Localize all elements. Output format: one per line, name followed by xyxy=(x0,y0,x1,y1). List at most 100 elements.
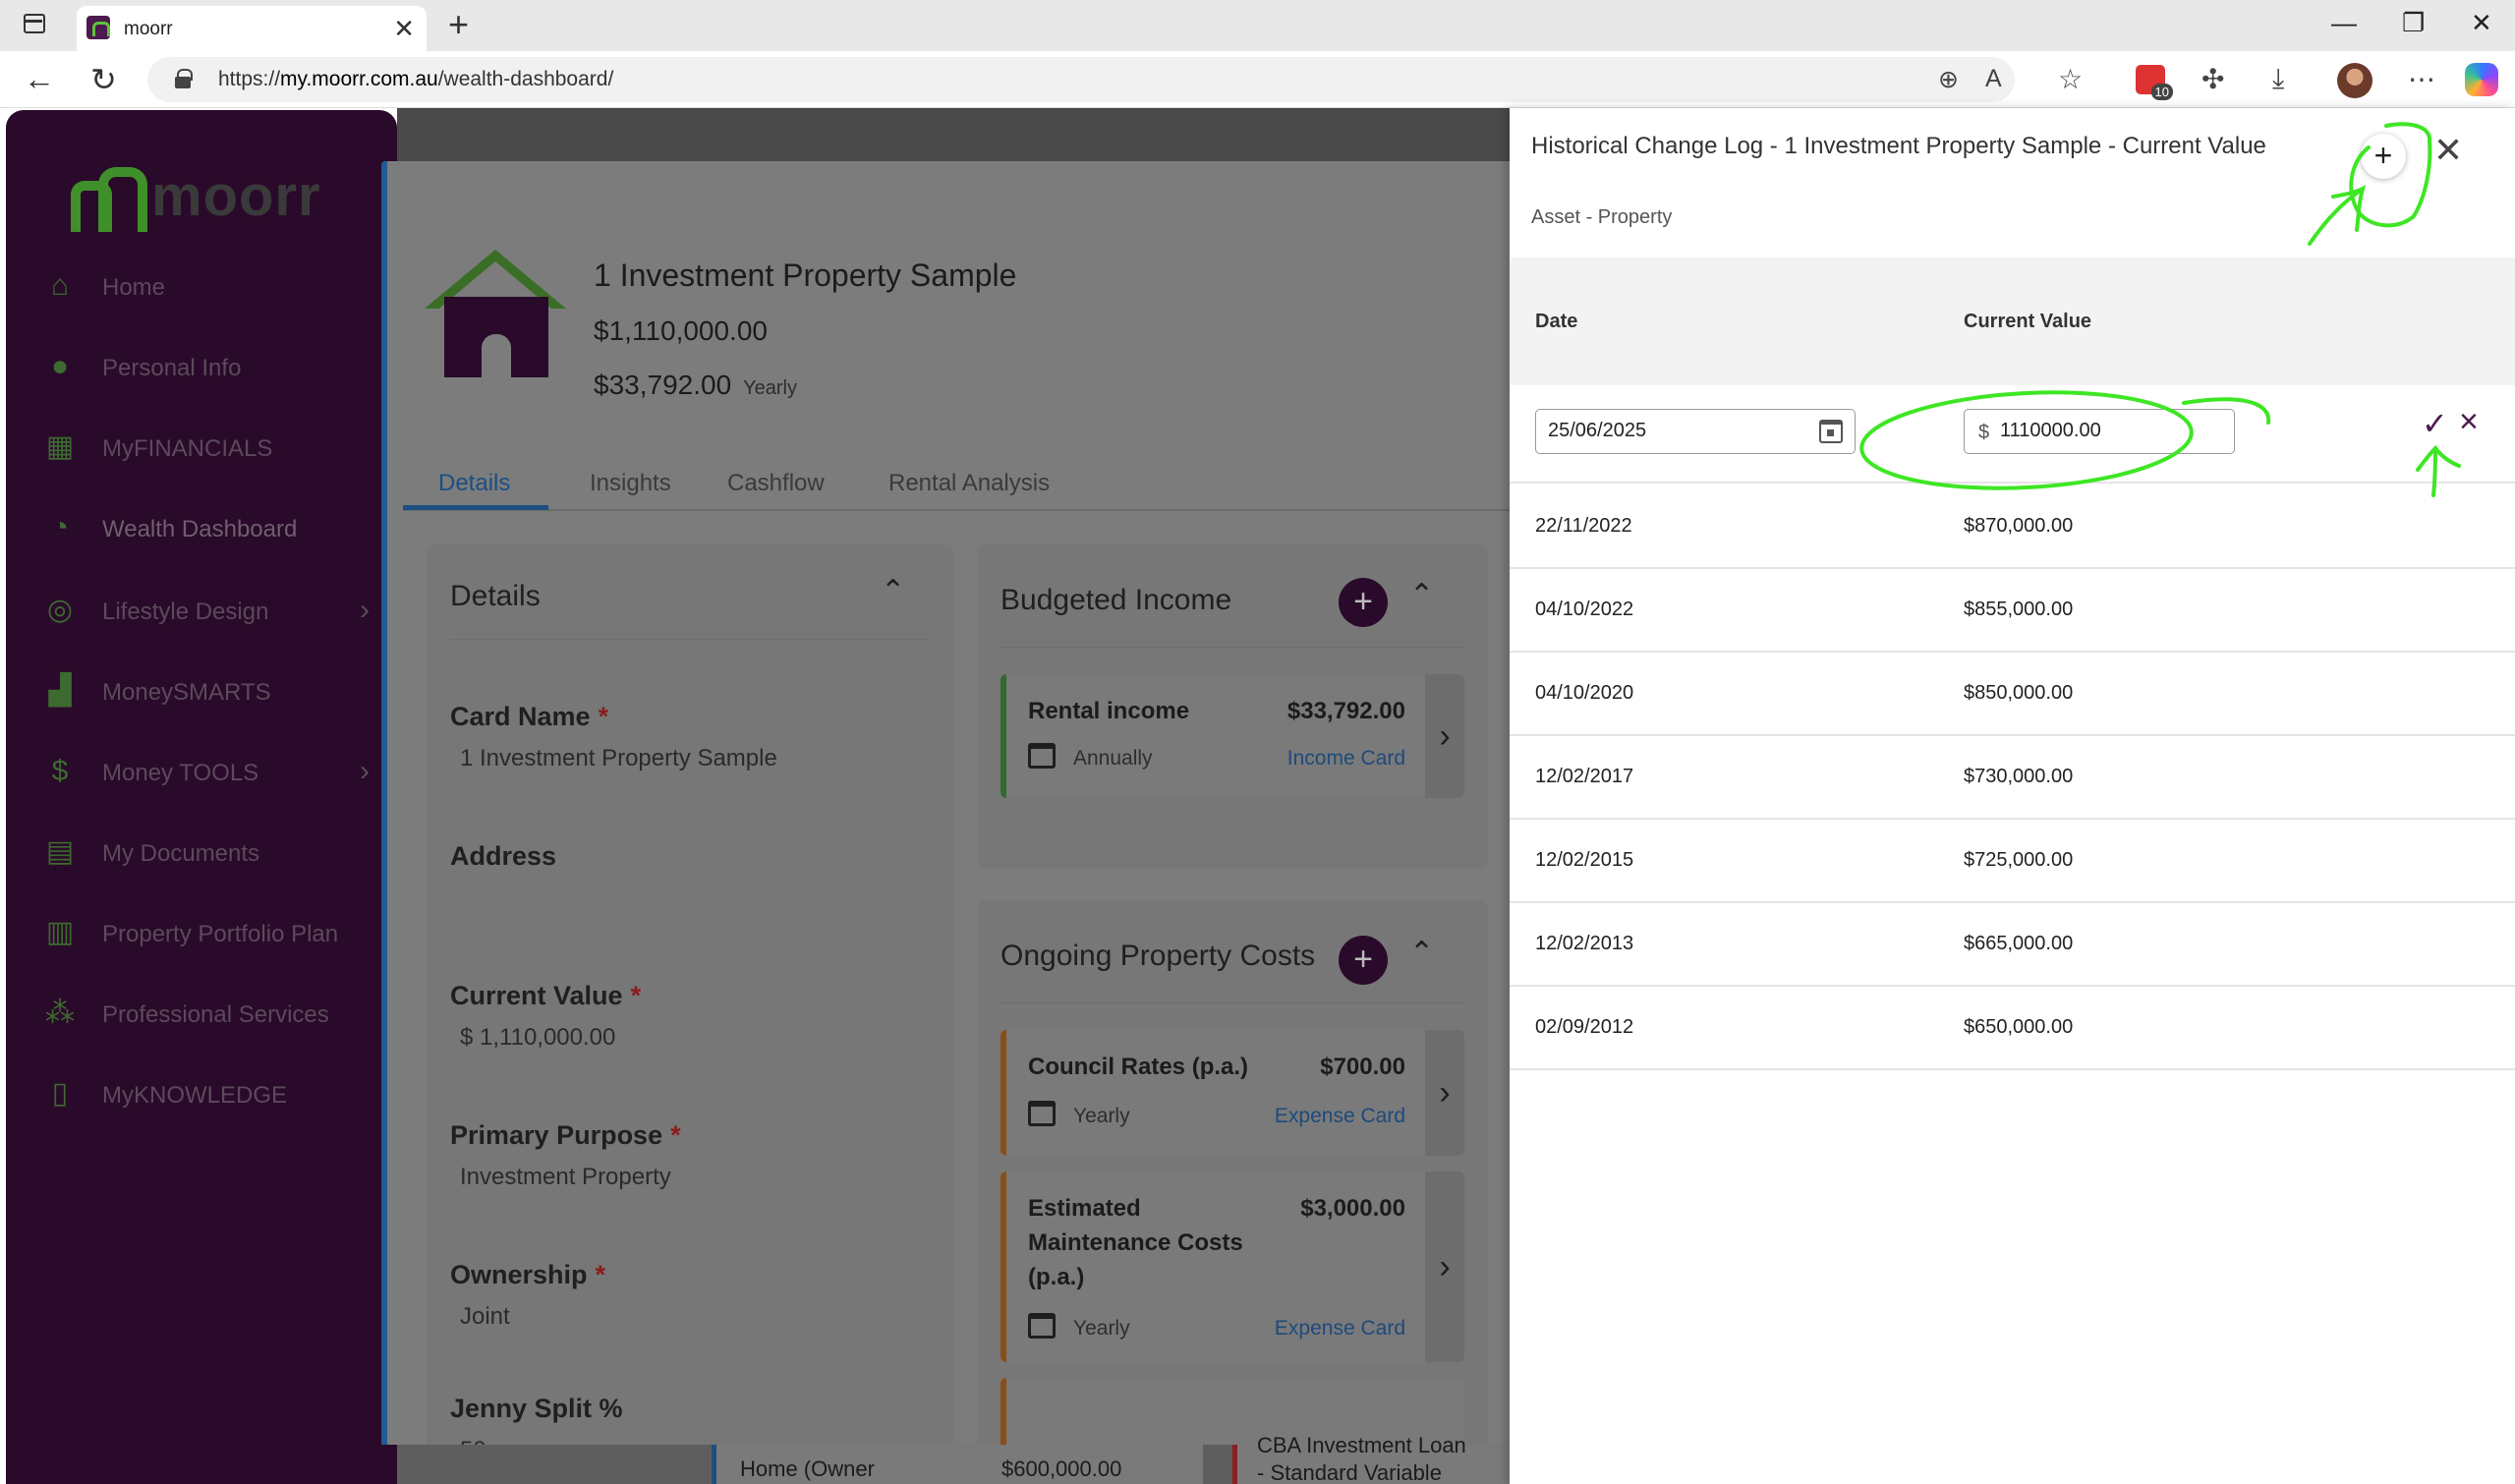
downloads-icon[interactable]: ⤓ xyxy=(2272,63,2284,95)
extensions-puzzle-icon[interactable]: ✣ xyxy=(2201,63,2224,95)
minimize-icon[interactable]: — xyxy=(2331,8,2357,38)
card-name-value[interactable]: 1 Investment Property Sample xyxy=(460,745,777,772)
collapse-costs-icon[interactable]: ⌃ xyxy=(1409,936,1434,970)
extension-badge: 10 xyxy=(2150,84,2173,100)
gauge-icon: ◔ xyxy=(50,511,70,543)
sidebar-item-home[interactable]: ⌂ Home xyxy=(37,267,381,307)
reload-icon[interactable]: ↻ xyxy=(90,61,117,98)
ownership-value[interactable]: Joint xyxy=(460,1303,510,1331)
new-tab-icon[interactable]: + xyxy=(448,4,469,45)
row-date: 12/02/2013 xyxy=(1535,933,1634,954)
add-income-button[interactable]: + xyxy=(1339,578,1388,627)
profile-avatar[interactable] xyxy=(2337,63,2372,98)
add-cost-button[interactable]: + xyxy=(1339,936,1388,985)
expense-card-link[interactable]: Expense Card xyxy=(1275,1105,1405,1128)
row-value: $870,000.00 xyxy=(1964,515,2074,537)
chevron-right-icon[interactable]: › xyxy=(1425,1171,1464,1362)
row-date: 02/09/2012 xyxy=(1535,1016,1634,1038)
logo-text: moorr xyxy=(151,164,321,228)
sidebar-item-label: MoneySMARTS xyxy=(102,679,271,706)
more-menu-icon[interactable]: ⋯ xyxy=(2408,63,2435,95)
expense-card-link[interactable]: Expense Card xyxy=(1275,1317,1405,1341)
tab-rental-analysis[interactable]: Rental Analysis xyxy=(888,470,1050,497)
calendar-icon xyxy=(1028,1313,1056,1339)
date-field[interactable] xyxy=(1548,420,1784,442)
sidebar-item-personal-info[interactable]: ● Personal Info xyxy=(37,348,381,387)
sidebar-toggle-icon[interactable] xyxy=(24,14,45,33)
tab-insights[interactable]: Insights xyxy=(590,470,671,497)
address-label: Address xyxy=(450,841,557,871)
sidebar-item-label: Personal Info xyxy=(102,355,242,381)
current-value-field[interactable] xyxy=(2000,420,2216,442)
home-owner-amount: $600,000.00 xyxy=(1001,1456,1122,1481)
url-text[interactable]: https://my.moorr.com.au/wealth-dashboard… xyxy=(218,68,613,91)
rental-income-card[interactable]: Rental income $33,792.00 Annually Income… xyxy=(1000,674,1464,798)
table-row[interactable]: 02/09/2012 $650,000.00 xyxy=(1510,987,2515,1070)
value-column-header: Current Value xyxy=(1964,311,2092,332)
sidebar-item-property-portfolio-plan[interactable]: ▥ Property Portfolio Plan xyxy=(37,914,381,953)
confirm-check-icon[interactable]: ✓ xyxy=(2422,405,2448,442)
browser-tab[interactable]: moorr ✕ xyxy=(77,6,427,51)
cost-amount: $3,000.00 xyxy=(1300,1195,1405,1222)
favorite-star-icon[interactable]: ☆ xyxy=(2058,63,2083,95)
close-tab-icon[interactable]: ✕ xyxy=(393,14,415,44)
chevron-right-icon[interactable]: › xyxy=(1425,1030,1464,1156)
income-card-link[interactable]: Income Card xyxy=(1287,747,1405,771)
cost-name: (p.a.) xyxy=(1028,1264,1085,1290)
close-drawer-icon[interactable]: ✕ xyxy=(2433,130,2463,171)
sidebar-item-myknowledge[interactable]: ▯ MyKNOWLEDGE xyxy=(37,1075,381,1114)
close-window-icon[interactable]: ✕ xyxy=(2471,8,2492,38)
table-row[interactable]: 22/11/2022 $870,000.00 xyxy=(1510,485,2515,569)
ongoing-costs-heading: Ongoing Property Costs xyxy=(1000,940,1316,972)
table-row[interactable]: 04/10/2022 $855,000.00 xyxy=(1510,569,2515,653)
restore-icon[interactable]: ❐ xyxy=(2402,8,2425,38)
property-income: $33,792.00 Yearly xyxy=(594,370,797,400)
council-rates-card[interactable]: Council Rates (p.a.) $700.00 Yearly Expe… xyxy=(1000,1030,1464,1156)
cost-name: Estimated xyxy=(1028,1195,1141,1222)
back-icon[interactable]: ← xyxy=(24,61,55,97)
primary-purpose-label: Primary Purpose * xyxy=(450,1120,681,1150)
row-date: 22/11/2022 xyxy=(1535,515,1632,537)
current-value-value[interactable]: $ 1,110,000.00 xyxy=(460,1024,615,1052)
sidebar-item-my-documents[interactable]: ▤ My Documents xyxy=(37,833,381,873)
calendar-icon[interactable] xyxy=(1819,420,1843,443)
primary-purpose-value[interactable]: Investment Property xyxy=(460,1164,671,1191)
sidebar-item-wealth-dashboard[interactable]: ◔ Wealth Dashboard xyxy=(37,509,381,548)
sidebar-item-money-tools[interactable]: $ Money TOOLS › xyxy=(37,753,381,792)
sidebar-item-myfinancials[interactable]: ▦ MyFINANCIALS xyxy=(37,428,381,468)
sidebar-item-professional-services[interactable]: ⁂ Professional Services xyxy=(37,995,381,1034)
tab-details[interactable]: Details xyxy=(438,470,510,497)
jenny-split-label: Jenny Split % xyxy=(450,1394,623,1423)
cancel-x-icon[interactable]: × xyxy=(2459,403,2479,441)
collapse-details-icon[interactable]: ⌃ xyxy=(881,574,905,608)
chevron-right-icon: › xyxy=(360,594,370,626)
budgeted-income-panel: Budgeted Income + ⌃ Rental income $33,79… xyxy=(977,544,1488,869)
income-amount: $33,792.00 xyxy=(1286,698,1405,724)
cost-name: Maintenance Costs xyxy=(1028,1229,1243,1256)
tab-cashflow[interactable]: Cashflow xyxy=(727,470,825,497)
address-bar[interactable]: https://my.moorr.com.au/wealth-dashboard… xyxy=(147,57,2015,102)
table-row[interactable]: 04/10/2020 $850,000.00 xyxy=(1510,653,2515,736)
date-input[interactable] xyxy=(1535,409,1856,454)
cost-frequency: Yearly xyxy=(1073,1317,1130,1340)
sidebar-item-moneysmarts[interactable]: ▟ MoneySMARTS xyxy=(37,672,381,712)
details-heading: Details xyxy=(450,580,541,612)
chevron-right-icon[interactable]: › xyxy=(1425,674,1464,798)
add-entry-button[interactable]: + xyxy=(2361,134,2406,179)
sidebar-item-lifestyle-design[interactable]: ◎ Lifestyle Design › xyxy=(37,592,381,631)
table-row[interactable]: 12/02/2015 $725,000.00 xyxy=(1510,820,2515,903)
sidebar-item-label: Money TOOLS xyxy=(102,760,259,786)
backdrop-top xyxy=(397,108,1512,161)
main-content: 1 Investment Property Sample $1,110,000.… xyxy=(381,108,1517,1484)
read-aloud-icon[interactable]: A xyxy=(1985,65,2002,93)
zoom-icon[interactable]: ⊕ xyxy=(1938,65,1959,94)
table-row[interactable]: 12/02/2017 $730,000.00 xyxy=(1510,736,2515,820)
maintenance-costs-card[interactable]: Estimated Maintenance Costs (p.a.) $3,00… xyxy=(1000,1171,1464,1362)
extension-icon[interactable]: 10 xyxy=(2136,65,2173,100)
copilot-icon[interactable] xyxy=(2465,63,2498,96)
card-name-label: Card Name * xyxy=(450,702,609,731)
collapse-income-icon[interactable]: ⌃ xyxy=(1409,578,1434,612)
table-row[interactable]: 12/02/2013 $665,000.00 xyxy=(1510,903,2515,987)
value-input[interactable]: $ xyxy=(1964,409,2235,454)
sidebar-item-label: Home xyxy=(102,274,166,301)
